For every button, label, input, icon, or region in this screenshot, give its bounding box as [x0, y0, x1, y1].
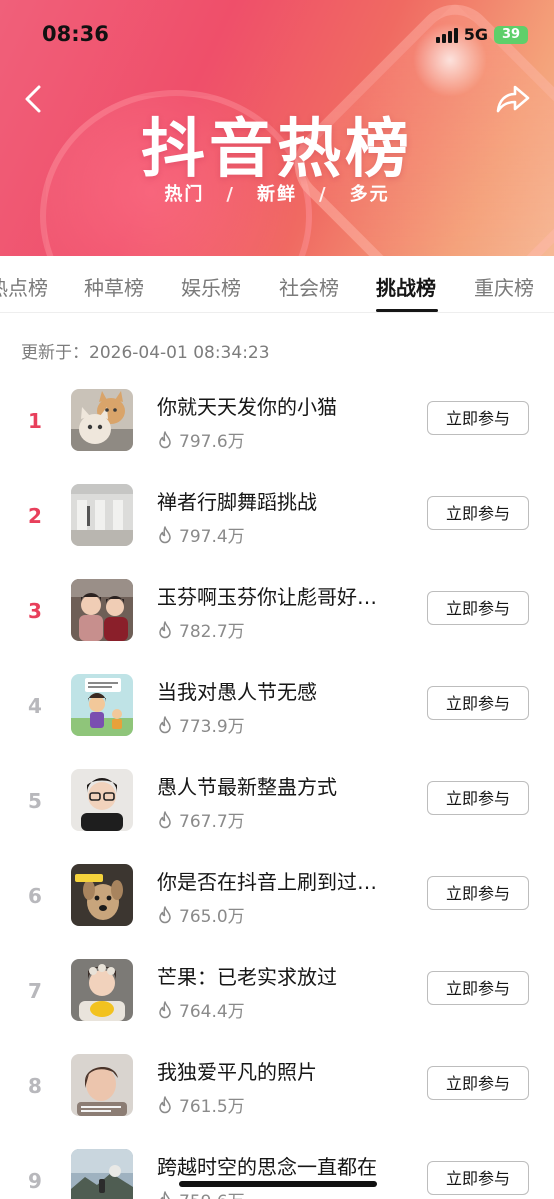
tab-challenge[interactable]: 挑战榜	[376, 272, 436, 301]
challenge-title[interactable]: 禅者行脚舞蹈挑战	[157, 486, 397, 515]
tab-society[interactable]: 社会榜	[279, 272, 339, 301]
challenge-title[interactable]: 当我对愚人节无感	[157, 676, 397, 705]
heat-text: 764.4万	[179, 1002, 245, 1022]
heat-value: 773.9万	[157, 712, 245, 737]
network-type: 5G	[463, 25, 488, 44]
join-button[interactable]: 立即参与	[427, 1066, 529, 1100]
home-indicator[interactable]	[179, 1181, 377, 1187]
heat-text: 773.9万	[179, 717, 245, 737]
join-button[interactable]: 立即参与	[427, 496, 529, 530]
category-tabs: 热点榜 种草榜 娱乐榜 社会榜 挑战榜 重庆榜	[0, 256, 554, 313]
cat-thumbnail[interactable]	[71, 389, 133, 451]
heat-text: 765.0万	[179, 907, 245, 927]
challenge-title[interactable]: 跨越时空的思念一直都在	[157, 1151, 397, 1180]
join-button[interactable]: 立即参与	[427, 686, 529, 720]
flame-icon	[159, 620, 171, 638]
subtitle-word: 多元	[349, 184, 390, 205]
dance-room-thumbnail[interactable]	[71, 484, 133, 546]
list-item[interactable]: 6 你是否在抖音上刷到过… 765.0万 立即参与	[0, 864, 554, 959]
join-button[interactable]: 立即参与	[427, 876, 529, 910]
tab-entertainment[interactable]: 娱乐榜	[181, 272, 241, 301]
rank-number: 9	[28, 1169, 42, 1193]
challenge-title[interactable]: 芒果：已老实求放过	[157, 961, 397, 990]
heat-value: 764.4万	[157, 997, 245, 1022]
heat-value: 797.4万	[157, 522, 245, 547]
heat-value: 782.7万	[157, 617, 245, 642]
kids-thumbnail[interactable]	[71, 579, 133, 641]
heat-text: 759.6万	[179, 1187, 245, 1199]
subtitle-word: 热门	[164, 184, 205, 205]
tab-chongqing[interactable]: 重庆榜	[474, 272, 534, 301]
rank-number: 6	[28, 884, 42, 908]
tab-recommend[interactable]: 种草榜	[84, 272, 144, 301]
list-item[interactable]: 9 跨越时空的思念一直都在 759.6万 立即参与	[0, 1149, 554, 1199]
dog-thumbnail[interactable]	[71, 864, 133, 926]
challenge-title[interactable]: 玉芬啊玉芬你让彪哥好…	[157, 581, 397, 610]
list-item[interactable]: 4 当我对愚人节无感 773.9万 立即参与	[0, 674, 554, 769]
list-item[interactable]: 2 禅者行脚舞蹈挑战 797.4万 立即参与	[0, 484, 554, 579]
person-glasses-thumbnail[interactable]	[71, 769, 133, 831]
header-banner: 08:36 5G 39 抖音热榜 热门 / 新鲜 / 多元	[0, 0, 554, 256]
challenge-title[interactable]: 愚人节最新整蛊方式	[157, 771, 397, 800]
heat-value: 797.6万	[157, 427, 245, 452]
heat-value: 761.5万	[157, 1092, 245, 1117]
page-subtitle: 热门 / 新鲜 / 多元	[0, 180, 554, 206]
rank-number: 8	[28, 1074, 42, 1098]
join-button[interactable]: 立即参与	[427, 781, 529, 815]
rank-number: 7	[28, 979, 42, 1003]
hot-list-page: 08:36 5G 39 抖音热榜 热门/新鲜/多元 热点榜 种草榜 娱乐榜 社会…	[0, 0, 554, 1199]
flame-icon	[159, 430, 171, 448]
flame-icon	[159, 1190, 171, 1199]
join-button[interactable]: 立即参与	[427, 1161, 529, 1195]
portrait-thumbnail[interactable]	[71, 1054, 133, 1116]
flame-icon	[159, 1000, 171, 1018]
rank-number: 4	[28, 694, 42, 718]
heat-text: 782.7万	[179, 622, 245, 642]
subtitle-separator: /	[319, 184, 328, 205]
tab-hot[interactable]: 热点榜	[0, 272, 48, 301]
flame-icon	[159, 715, 171, 733]
list-item[interactable]: 5 愚人节最新整蛊方式 767.7万 立即参与	[0, 769, 554, 864]
flame-icon	[159, 525, 171, 543]
rank-number: 1	[28, 409, 42, 433]
rank-number: 5	[28, 789, 42, 813]
status-time: 08:36	[42, 22, 109, 46]
heat-text: 797.6万	[179, 432, 245, 452]
join-button[interactable]: 立即参与	[427, 971, 529, 1005]
challenge-title[interactable]: 你是否在抖音上刷到过…	[157, 866, 397, 895]
heat-text: 761.5万	[179, 1097, 245, 1117]
list-item[interactable]: 3 玉芬啊玉芬你让彪哥好… 782.7万 立即参与	[0, 579, 554, 674]
page-title: 抖音热榜	[141, 113, 413, 187]
status-icons: 5G 39	[435, 25, 528, 44]
heat-value: 765.0万	[157, 902, 245, 927]
heat-value: 767.7万	[157, 807, 245, 832]
update-time: 更新于：2026-04-01 08:34:23	[21, 343, 270, 363]
flame-icon	[159, 905, 171, 923]
landscape-thumbnail[interactable]	[71, 1149, 133, 1199]
challenge-title[interactable]: 你就天天发你的小猫	[157, 391, 397, 420]
rank-number: 2	[28, 504, 42, 528]
battery-icon: 39	[494, 25, 528, 44]
list-item[interactable]: 8 我独爱平凡的照片 761.5万 立即参与	[0, 1054, 554, 1149]
flame-icon	[159, 1095, 171, 1113]
signal-icon	[435, 27, 458, 43]
join-button[interactable]: 立即参与	[427, 401, 529, 435]
heat-text: 767.7万	[179, 812, 245, 832]
mango-thumbnail[interactable]	[71, 959, 133, 1021]
subtitle-word: 新鲜	[257, 184, 297, 205]
join-button[interactable]: 立即参与	[427, 591, 529, 625]
heat-text: 797.4万	[179, 527, 245, 547]
challenge-title[interactable]: 我独爱平凡的照片	[157, 1056, 397, 1085]
rank-number: 3	[28, 599, 42, 623]
heat-value: 759.6万	[157, 1187, 245, 1199]
cartoon-thumbnail[interactable]	[71, 674, 133, 736]
subtitle-separator: /	[226, 184, 235, 205]
active-tab-indicator	[376, 309, 438, 312]
flame-icon	[159, 810, 171, 828]
list-item[interactable]: 7 芒果：已老实求放过 764.4万 立即参与	[0, 959, 554, 1054]
list-item[interactable]: 1 你就天天发你的小猫 797.6万 立即参与	[0, 389, 554, 484]
